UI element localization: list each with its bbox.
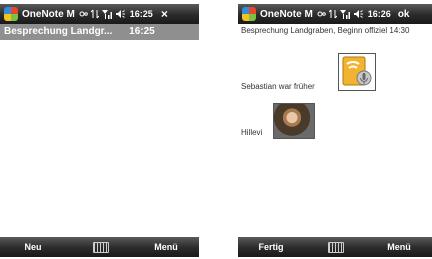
onenote-list-screen: OneNote M 16:25 × Besprechung Landgr... … <box>0 0 199 259</box>
clock: 16:26 <box>367 9 391 19</box>
note-line-text: Sebastian war früher <box>241 82 315 91</box>
audio-recording-attachment[interactable] <box>338 53 376 91</box>
title-bar: OneNote M 16:26 ok <box>238 4 432 24</box>
status-icons[interactable]: 16:26 <box>317 9 391 19</box>
signal-icon <box>101 10 112 19</box>
audio-recording-icon <box>342 56 372 86</box>
softkey-bar: Neu Menü <box>0 237 199 257</box>
data-connection-icon <box>90 9 99 19</box>
clock: 16:25 <box>129 9 153 19</box>
onenote-note-screen: OneNote M 16:26 ok Besprechung Landgrabe… <box>238 0 432 259</box>
done-softkey[interactable]: Fertig <box>238 237 304 257</box>
ok-button[interactable]: ok <box>398 9 410 20</box>
app-title: OneNote M <box>22 8 75 20</box>
new-softkey[interactable]: Neu <box>0 237 66 257</box>
speaker-icon <box>353 10 363 18</box>
note-line-text: Hillevi <box>241 128 263 137</box>
bluetooth-icon <box>317 11 326 17</box>
windows-start-icon[interactable] <box>242 7 256 21</box>
menu-softkey[interactable]: Menü <box>366 237 432 257</box>
note-time: 16:25 <box>129 26 155 37</box>
speaker-icon <box>115 10 125 18</box>
app-title: OneNote M <box>260 8 313 20</box>
signal-icon <box>339 10 350 19</box>
title-bar: OneNote M 16:25 × <box>0 4 199 24</box>
note-title-text: Besprechung Landgraben, Beginn offiziel … <box>241 26 410 35</box>
softkey-bar: Fertig Menü <box>238 237 432 257</box>
keyboard-icon[interactable] <box>328 242 344 253</box>
windows-start-icon[interactable] <box>4 7 18 21</box>
close-icon[interactable]: × <box>161 7 168 21</box>
data-connection-icon <box>328 9 337 19</box>
note-list-item[interactable]: Besprechung Landgr... 16:25 <box>0 24 199 40</box>
note-editor[interactable]: Besprechung Landgraben, Beginn offiziel … <box>238 24 432 237</box>
menu-softkey[interactable]: Menü <box>133 237 199 257</box>
keyboard-icon[interactable] <box>92 242 109 253</box>
photo-attachment[interactable] <box>273 103 315 139</box>
status-icons[interactable]: 16:25 <box>79 9 153 19</box>
note-title: Besprechung Landgr... <box>4 26 113 37</box>
bluetooth-icon <box>79 11 88 17</box>
